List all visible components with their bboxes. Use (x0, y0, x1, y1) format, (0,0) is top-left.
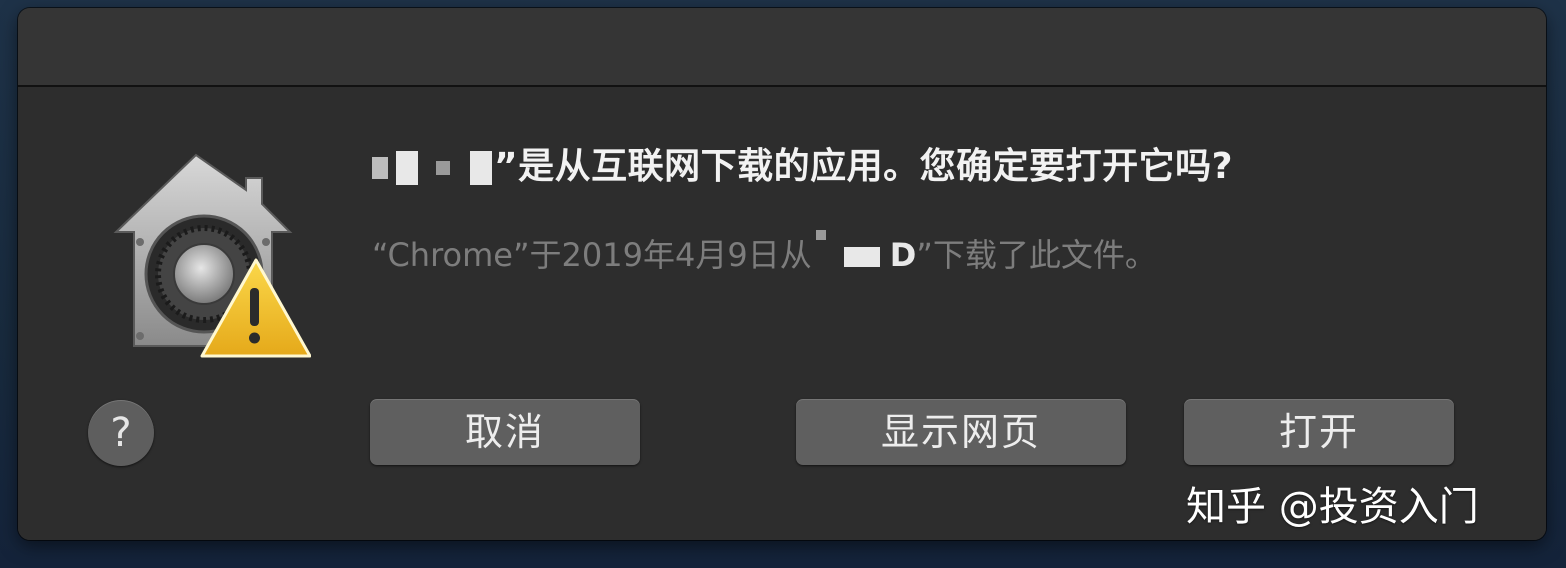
watermark: 知乎 @投资入门 (1186, 484, 1479, 530)
redacted-app-name (372, 157, 388, 179)
subtitle-mid: D (889, 236, 917, 274)
question-mark-icon: ? (110, 410, 132, 456)
gatekeeper-warning-icon (96, 150, 312, 362)
subtitle-suffix: ”下载了此文件。 (916, 236, 1157, 274)
dialog-title: ”是从互联网下载的应用。您确定要打开它吗? (372, 137, 1233, 189)
redacted-source-part (815, 230, 826, 240)
show-webpage-button[interactable]: 显示网页 (796, 399, 1126, 465)
redacted-source (843, 247, 880, 267)
subtitle-prefix: “Chrome”于2019年4月9日从 (372, 236, 812, 274)
dialog-titlebar[interactable] (18, 8, 1546, 87)
help-button[interactable]: ? (88, 400, 154, 466)
redacted-app-name-part (436, 161, 450, 175)
cancel-button[interactable]: 取消 (370, 399, 640, 465)
open-button[interactable]: 打开 (1184, 399, 1454, 465)
redacted-app-name-part (470, 151, 492, 185)
redacted-app-name-part (396, 151, 418, 185)
dialog-title-text: ”是从互联网下载的应用。您确定要打开它吗? (494, 146, 1234, 187)
dialog-subtitle: “Chrome”于2019年4月9日从 D”下载了此文件。 (372, 230, 1157, 276)
